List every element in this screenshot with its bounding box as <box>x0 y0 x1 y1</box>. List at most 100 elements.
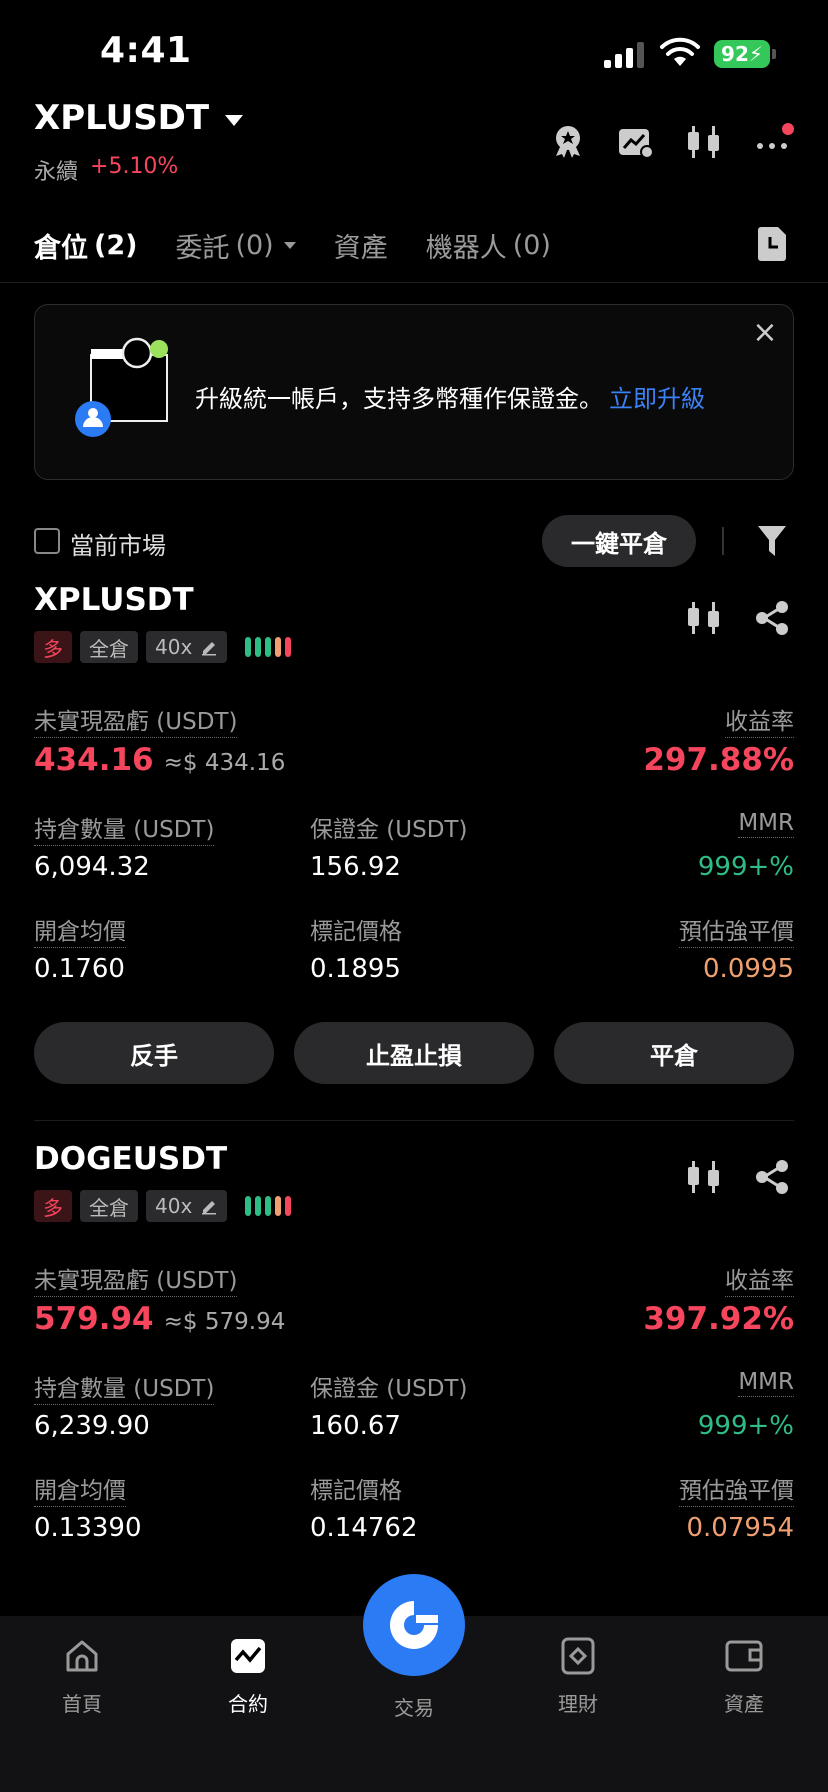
change-percent: +5.10% <box>90 154 179 179</box>
adl-indicator <box>245 1196 292 1216</box>
liq-price-value: 0.07954 <box>686 1513 794 1543</box>
card-divider <box>34 1120 794 1121</box>
unrealized-pnl: 579.94 ≈$ 579.94 <box>34 1301 285 1337</box>
tab-bots[interactable]: 機器人 (0) <box>426 226 551 265</box>
entry-price-value: 0.13390 <box>34 1513 142 1543</box>
position-tabs: 倉位 (2) 委託 (0) 資產 機器人 (0) <box>34 226 551 265</box>
battery-level: 92 <box>721 42 749 66</box>
nav-label-trade: 交易 <box>394 1696 434 1720</box>
roe-label[interactable]: 收益率 <box>725 1261 794 1297</box>
home-icon <box>66 1640 98 1672</box>
mark-price-value: 0.1895 <box>310 954 401 984</box>
unrealized-pnl-approx: ≈$ 579.94 <box>163 1309 286 1335</box>
side-badge: 多 <box>34 631 72 663</box>
position-symbol[interactable]: DOGEUSDT <box>34 1141 227 1177</box>
status-time: 4:41 <box>100 30 192 71</box>
pnl-chart-icon[interactable] <box>614 120 658 164</box>
tab-count: (2) <box>94 230 138 261</box>
liq-price-label[interactable]: 預估強平價 <box>679 912 794 948</box>
edit-icon <box>202 1201 217 1215</box>
roe-label[interactable]: 收益率 <box>725 702 794 738</box>
upgrade-now-link[interactable]: 立即升級 <box>609 385 705 413</box>
caret-down-icon <box>225 114 244 126</box>
tpsl-button[interactable]: 止盈止損 <box>294 1022 534 1084</box>
candlestick-icon[interactable] <box>684 598 724 638</box>
reverse-button[interactable]: 反手 <box>34 1022 274 1084</box>
edit-icon <box>202 642 217 656</box>
mmr-label[interactable]: MMR <box>738 1369 794 1397</box>
upgrade-banner[interactable]: 升級統一帳戶，支持多幣種作保證金。 立即升級 × <box>34 304 794 480</box>
nav-label: 首頁 <box>62 1692 102 1716</box>
position-size-label[interactable]: 持倉數量 (USDT) <box>34 1369 215 1405</box>
mark-price-label: 標記價格 <box>310 1478 402 1504</box>
trade-logo-icon <box>390 1601 438 1649</box>
unified-account-illustration <box>75 337 168 437</box>
unrealized-pnl: 434.16 ≈$ 434.16 <box>34 742 285 778</box>
margin-value: 160.67 <box>310 1411 401 1441</box>
liq-price-value: 0.0995 <box>703 954 794 984</box>
nav-home[interactable]: 首頁 <box>22 1636 142 1717</box>
mmr-value: 999+% <box>697 1411 794 1441</box>
entry-price-label[interactable]: 開倉均價 <box>34 912 126 948</box>
adl-indicator <box>245 637 292 657</box>
tab-label: 倉位 <box>34 233 88 264</box>
wifi-icon <box>660 37 700 66</box>
banner-text: 升級統一帳戶，支持多幣種作保證金。 <box>195 385 603 413</box>
margin-mode-badge: 全倉 <box>80 1190 138 1222</box>
position-symbol[interactable]: XPLUSDT <box>34 582 194 618</box>
trade-button[interactable] <box>363 1574 465 1676</box>
tab-count: (0) <box>235 230 274 261</box>
close-all-button[interactable]: 一鍵平倉 <box>542 515 696 567</box>
notification-dot <box>782 123 794 135</box>
nav-futures[interactable]: 合約 <box>188 1636 308 1717</box>
nav-assets[interactable]: 資產 <box>684 1636 804 1717</box>
tab-positions[interactable]: 倉位 (2) <box>34 226 137 265</box>
liq-price-label[interactable]: 預估強平價 <box>679 1471 794 1507</box>
unrealized-pnl-label[interactable]: 未實現盈虧 (USDT) <box>34 702 238 738</box>
nav-label: 合約 <box>228 1692 268 1716</box>
current-market-checkbox[interactable] <box>34 528 60 554</box>
caret-down-icon <box>283 242 296 249</box>
unrealized-pnl-label[interactable]: 未實現盈虧 (USDT) <box>34 1261 238 1297</box>
roe-value: 297.88% <box>643 742 794 778</box>
position-size-label[interactable]: 持倉數量 (USDT) <box>34 810 215 846</box>
tab-assets[interactable]: 資產 <box>334 226 388 265</box>
history-document-icon[interactable] <box>756 226 788 262</box>
unrealized-pnl-approx: ≈$ 434.16 <box>163 750 286 776</box>
leverage-value: 40x <box>155 635 193 659</box>
candlestick-icon[interactable] <box>682 120 726 164</box>
share-icon[interactable] <box>752 598 792 638</box>
position-tags: 多 全倉 40x <box>34 1190 292 1222</box>
symbol-name: XPLUSDT <box>34 98 210 138</box>
filter-icon[interactable] <box>756 524 788 558</box>
banner-message: 升級統一帳戶，支持多幣種作保證金。 立即升級 <box>195 379 705 414</box>
margin-label: 保證金 (USDT) <box>310 817 468 843</box>
leverage-badge[interactable]: 40x <box>146 1190 228 1222</box>
leverage-badge[interactable]: 40x <box>146 631 228 663</box>
nav-earn[interactable]: 理財 <box>518 1636 638 1717</box>
mmr-label[interactable]: MMR <box>738 810 794 838</box>
tab-label: 資產 <box>333 233 388 264</box>
share-icon[interactable] <box>752 1157 792 1197</box>
unrealized-pnl-value: 579.94 <box>34 1301 154 1337</box>
roe-value: 397.92% <box>643 1301 794 1337</box>
vertical-separator <box>722 527 724 555</box>
tab-orders[interactable]: 委託 (0) <box>175 226 296 265</box>
futures-chart-icon <box>231 1639 265 1673</box>
symbol-selector[interactable]: XPLUSDT <box>34 98 244 138</box>
leverage-value: 40x <box>155 1194 193 1218</box>
tabs-divider <box>0 282 828 283</box>
contract-info: 永續 +5.10% <box>34 154 178 186</box>
current-market-label: 當前市場 <box>70 532 166 560</box>
unrealized-pnl-value: 434.16 <box>34 742 154 778</box>
tab-label: 機器人 <box>425 233 507 264</box>
side-badge: 多 <box>34 1190 72 1222</box>
candlestick-icon[interactable] <box>684 1157 724 1197</box>
battery-tip <box>772 49 776 59</box>
reward-badge-icon[interactable] <box>546 120 590 164</box>
wallet-icon <box>725 1640 763 1672</box>
close-position-button[interactable]: 平倉 <box>554 1022 794 1084</box>
close-icon[interactable]: × <box>751 318 779 348</box>
position-tags: 多 全倉 40x <box>34 631 292 663</box>
entry-price-label[interactable]: 開倉均價 <box>34 1471 126 1507</box>
